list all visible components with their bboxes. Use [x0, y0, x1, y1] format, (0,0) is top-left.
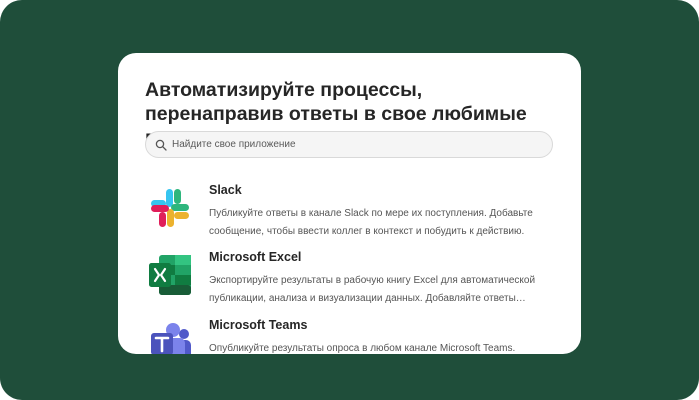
excel-icon	[149, 255, 191, 295]
integrations-card: Автоматизируйте процессы, перенаправив о…	[118, 53, 581, 354]
teams-icon	[151, 323, 191, 354]
app-description: Публикуйте ответы в канале Slack по мере…	[209, 208, 533, 237]
background-frame: Автоматизируйте процессы, перенаправив о…	[0, 0, 699, 400]
app-name: Slack	[209, 183, 242, 197]
search-input[interactable]	[172, 132, 542, 157]
app-description: Экспортируйте результаты в рабочую книгу…	[209, 275, 536, 304]
app-description: Опубликуйте результаты опроса в любом ка…	[209, 343, 516, 354]
search-icon	[155, 139, 167, 151]
search-box[interactable]	[145, 131, 553, 158]
app-name: Microsoft Teams	[209, 318, 308, 332]
app-name: Microsoft Excel	[209, 250, 302, 264]
slack-icon	[151, 189, 189, 227]
